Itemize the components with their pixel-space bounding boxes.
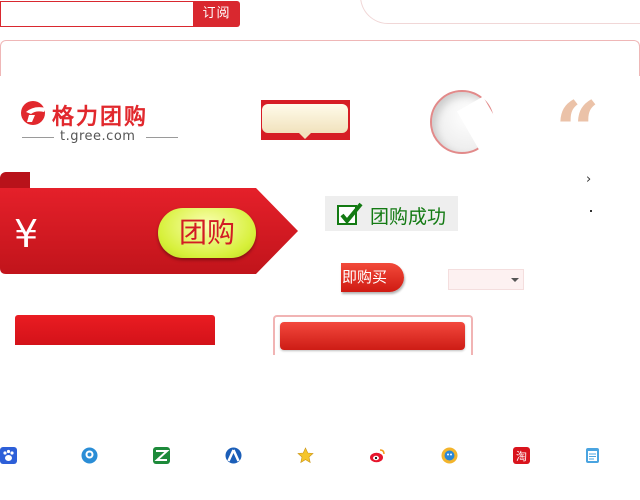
chevron-right-icon[interactable]: › [586, 172, 591, 187]
gree-logo-icon [21, 101, 46, 125]
baidu-icon[interactable] [0, 447, 17, 464]
quote-icon: “ [555, 85, 600, 176]
subscribe-email-input[interactable] [0, 1, 194, 27]
qzone-icon[interactable] [81, 447, 98, 464]
logo-name: 格力团购 [52, 105, 149, 130]
favorite-star-icon[interactable] [297, 447, 314, 464]
success-text: 团购成功 [370, 206, 447, 228]
qq-icon[interactable] [441, 447, 458, 464]
taobao-icon[interactable]: 淘 [513, 447, 530, 464]
tooltip-pointer [298, 132, 312, 139]
chevron-down-icon[interactable] [511, 278, 519, 282]
logo-divider-left [22, 137, 54, 138]
buy-now-button[interactable]: 即购买 [341, 263, 404, 292]
group-buy-button[interactable]: 团购 [158, 208, 256, 258]
red-bar-tab [15, 315, 215, 345]
kaixin-icon[interactable] [225, 447, 242, 464]
renren-icon[interactable] [153, 447, 170, 464]
subscribe-button[interactable]: 订阅 [193, 1, 240, 27]
bullet-dot [590, 210, 592, 212]
content-frame [0, 40, 640, 76]
logo-url: t.gree.com [60, 129, 136, 144]
weibo-icon[interactable] [369, 447, 386, 464]
currency-symbol: ¥ [14, 212, 39, 256]
decorative-curve [360, 0, 640, 24]
checkmark-icon [337, 202, 363, 225]
tooltip-bubble [262, 104, 348, 133]
red-action-button[interactable] [280, 322, 465, 350]
svg-text:淘: 淘 [516, 450, 527, 463]
logo-divider-right [146, 137, 178, 138]
notepad-icon[interactable] [584, 447, 601, 464]
